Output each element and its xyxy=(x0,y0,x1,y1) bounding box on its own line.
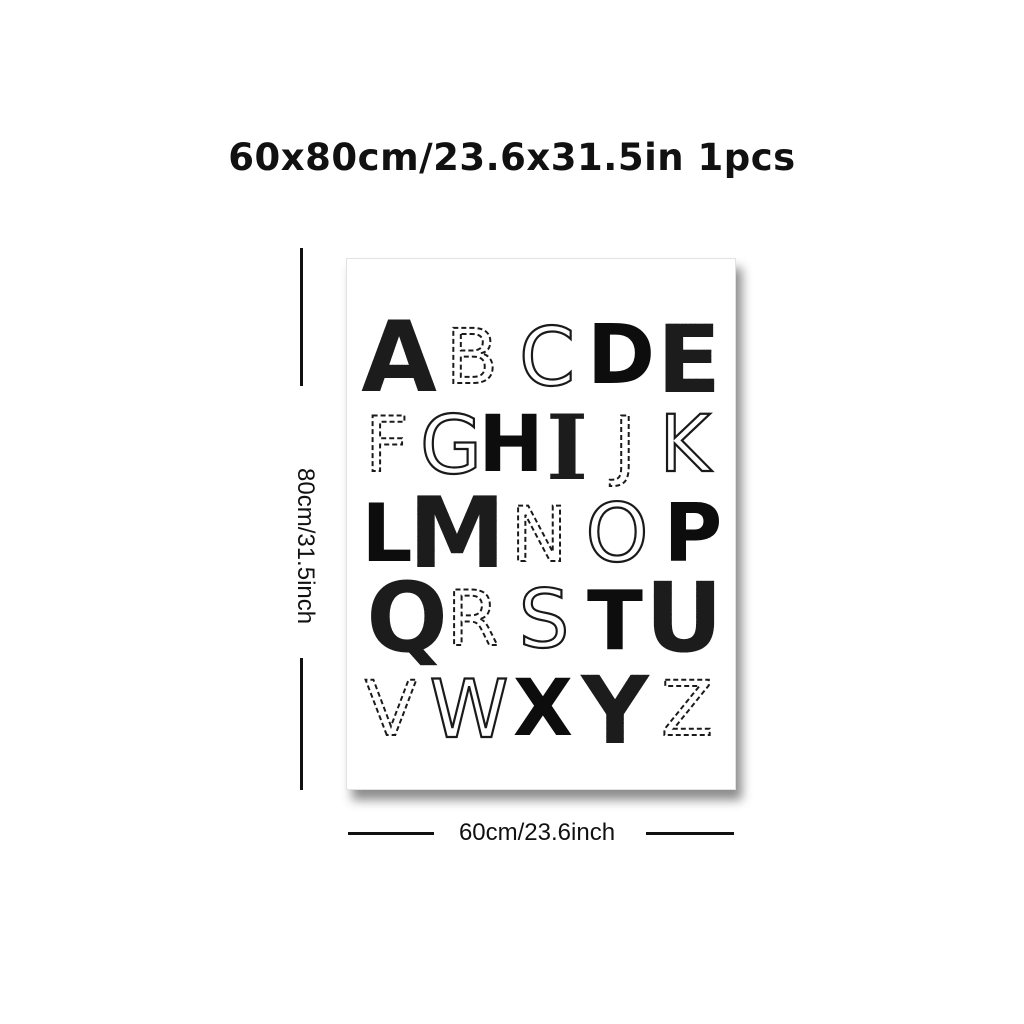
letter-y: Y xyxy=(580,657,650,766)
letter-c: C xyxy=(519,311,575,404)
letter-s: S xyxy=(519,573,570,666)
letter-j: J xyxy=(610,400,636,489)
letter-i: I xyxy=(546,395,588,501)
letter-u: U xyxy=(645,562,723,674)
letter-v: V xyxy=(365,664,417,753)
letter-x: X xyxy=(513,664,573,754)
height-label: 80cm/31.5inch xyxy=(292,468,319,625)
letter-w: W xyxy=(429,663,508,756)
letter-f: F xyxy=(365,400,409,489)
letter-e: E xyxy=(657,306,721,415)
letter-t: T xyxy=(587,574,643,669)
height-dimension-line-top xyxy=(300,248,303,386)
letter-o: O xyxy=(586,487,649,580)
letter-b: B xyxy=(446,312,498,401)
letter-q: Q xyxy=(366,562,448,674)
letter-a: A xyxy=(361,301,437,415)
letter-r: R xyxy=(447,574,500,663)
alphabet-grid: A B C D E F G H I J K L M N O P Q R S T … xyxy=(361,301,723,766)
width-dimension-line-left xyxy=(348,832,434,835)
width-label: 60cm/23.6inch xyxy=(458,819,616,846)
letter-n: N xyxy=(511,490,568,579)
letter-z: Z xyxy=(661,664,713,753)
letter-d: D xyxy=(587,308,655,403)
height-dimension-line-bottom xyxy=(300,658,303,790)
letter-k: K xyxy=(659,400,712,490)
width-dimension-line-right xyxy=(646,832,734,835)
size-title: 60x80cm/23.6x31.5in 1pcs xyxy=(228,136,796,179)
alphabet-poster: A B C D E F G H I J K L M N O P Q R S T … xyxy=(346,258,736,790)
